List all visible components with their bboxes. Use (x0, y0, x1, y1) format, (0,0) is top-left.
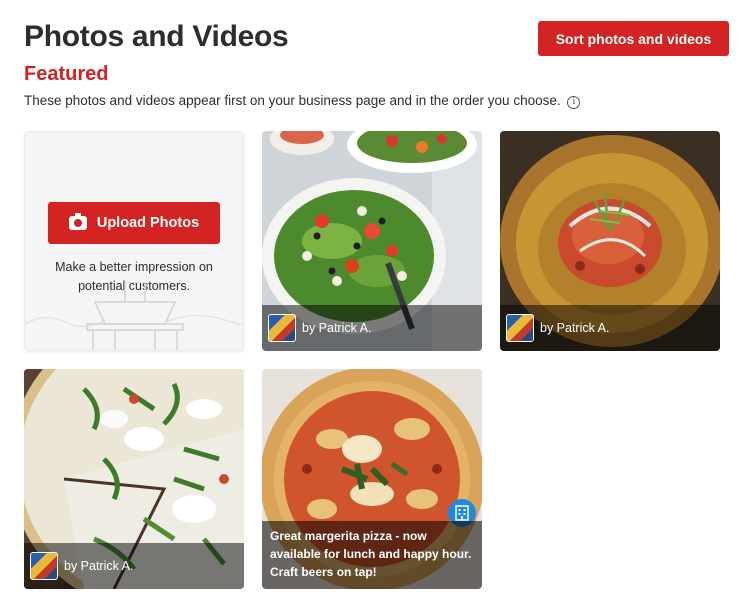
photo-tile-salad[interactable]: by Patrick A. (262, 131, 482, 351)
photo-tile-margherita-pizza[interactable]: Great margerita pizza - now available fo… (262, 369, 482, 589)
section-title-featured: Featured (24, 63, 109, 85)
upload-photos-button[interactable]: Upload Photos (48, 202, 220, 244)
avatar (268, 314, 296, 342)
photo-caption-bar: by Patrick A. (24, 543, 244, 589)
photo-caption: by Patrick A. (302, 321, 372, 335)
page-title: Photos and Videos (24, 20, 289, 53)
photo-tile-plated-dish[interactable]: by Patrick A. (500, 131, 720, 351)
description-text: These photos and videos appear first on … (24, 93, 561, 108)
photo-caption: by Patrick A. (64, 559, 134, 573)
storefront-illustration (25, 282, 243, 350)
upload-photos-tile: Upload Photos Make a better impression o… (24, 131, 244, 351)
camera-icon (68, 213, 87, 230)
sort-photos-button[interactable]: Sort photos and videos (538, 21, 729, 56)
avatar (30, 552, 58, 580)
photo-caption: Great margerita pizza - now available fo… (262, 521, 482, 589)
photo-caption-bar: by Patrick A. (262, 305, 482, 351)
photo-caption: by Patrick A. (540, 321, 610, 335)
info-icon[interactable]: i (567, 96, 581, 109)
avatar (506, 314, 534, 342)
photo-tile-white-pizza[interactable]: by Patrick A. (24, 369, 244, 589)
building-icon (455, 505, 469, 521)
section-description: These photos and videos appear first on … (24, 93, 581, 109)
upload-button-label: Upload Photos (96, 215, 200, 231)
photo-caption-bar: by Patrick A. (500, 305, 720, 351)
